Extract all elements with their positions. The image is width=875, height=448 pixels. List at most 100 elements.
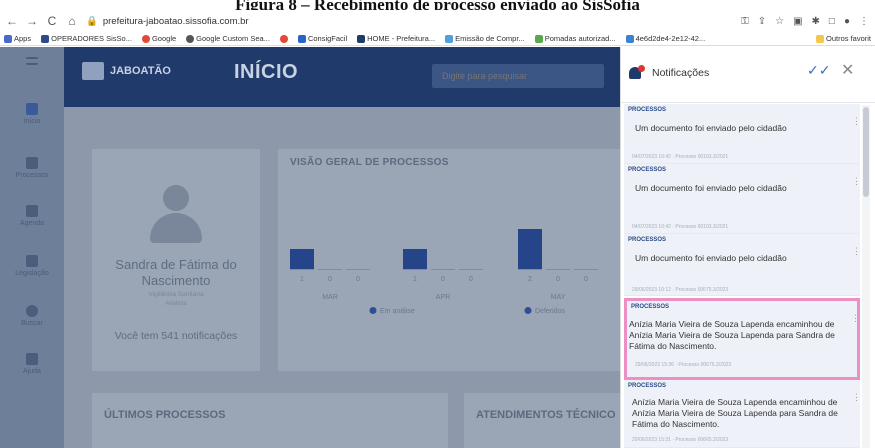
notification-text: Um documento foi enviado pelo cidadão (635, 253, 787, 263)
kebab-menu-icon[interactable]: ⋮ (852, 392, 861, 403)
avatar (148, 185, 204, 245)
kebab-menu-icon[interactable]: ⋮ (851, 313, 860, 324)
chart-value-label: 0 (441, 276, 445, 283)
chart-value-label: 0 (584, 276, 588, 283)
jaboatao-logo[interactable]: JABOATÃO (82, 62, 171, 80)
notifications-scrollbar[interactable] (862, 105, 870, 448)
folder-icon (26, 157, 38, 169)
legend-dot (369, 307, 377, 314)
forward-icon[interactable]: → (26, 14, 38, 28)
kebab-menu-icon[interactable]: ⋮ (852, 176, 861, 187)
book-icon (26, 255, 38, 267)
bookmarks-bar: Apps OPERADORES SisSo... Google Google C… (0, 32, 875, 46)
extension-icon[interactable]: ▣ (793, 16, 802, 27)
chart-bar (290, 249, 314, 269)
notification-item[interactable]: PROCESSOS Um documento foi enviado pelo … (624, 164, 861, 234)
star-icon[interactable]: ☆ (775, 16, 784, 27)
sidebar: Início Processos Agenda Legislação Busca… (0, 47, 64, 448)
notification-meta: 04/07/2023 10:42 · Processo 00103.3/2021 (632, 154, 729, 160)
chart-value-label: 1 (413, 276, 417, 283)
notification-category: PROCESSOS (628, 167, 667, 173)
window-icon[interactable]: □ (829, 16, 835, 27)
notification-category: PROCESSOS (628, 383, 667, 389)
notification-category: PROCESSOS (628, 107, 667, 113)
address-bar[interactable]: 🔒 prefeitura-jaboatao.sissofia.com.br (86, 16, 249, 27)
google-icon (279, 34, 288, 43)
google-icon (141, 34, 150, 43)
sidebar-item-buscar[interactable]: Buscar (0, 305, 64, 327)
notification-item[interactable]: PROCESSOS Um documento foi enviado pelo … (624, 234, 861, 296)
app-window: Início Processos Agenda Legislação Busca… (0, 47, 875, 448)
apps-grid-icon (4, 34, 12, 43)
bookmark-other-favorites[interactable]: Outros favorit (815, 34, 871, 43)
sidebar-menu-toggle[interactable] (0, 57, 64, 68)
process-overview-chart: 1 0 0 MAR 1 0 0 APR 2 0 0 MAY Em análise Deferidos (290, 229, 598, 315)
back-icon[interactable]: ← (6, 14, 18, 28)
avatar-body (150, 213, 202, 243)
process-overview-card: VISÃO GERAL DE PROCESSOS 1 0 0 MAR 1 0 0 APR 2 0 0… (278, 149, 620, 371)
bookmark-item[interactable]: HOME - Prefeitura... (357, 34, 435, 43)
dashboard-icon (26, 103, 38, 115)
scrollbar-thumb[interactable] (863, 107, 869, 197)
profile-icon[interactable]: ● (844, 16, 850, 27)
browser-toolbar: ← → C ⌂ 🔒 prefeitura-jaboatao.sissofia.c… (0, 10, 875, 32)
mark-all-read-icon[interactable]: ✓✓ (807, 62, 830, 79)
profile-card: Sandra de Fátima do Nascimento Vigilânci… (92, 149, 260, 371)
bookmark-item[interactable]: Google Custom Sea... (186, 34, 270, 43)
chart-category-label: MAY (551, 294, 566, 301)
latest-processes-card: ÚLTIMOS PROCESSOS (92, 393, 448, 448)
kebab-menu-icon[interactable]: ⋮ (852, 246, 861, 257)
close-icon[interactable]: ✕ (841, 60, 854, 80)
puzzle-icon[interactable]: ✱ (812, 16, 820, 27)
sidebar-item-processos[interactable]: Processos (0, 157, 64, 179)
notification-text: Anízia Maria Vieira de Souza Lapenda enc… (629, 319, 835, 351)
calendar-icon (26, 205, 38, 217)
overview-title: VISÃO GERAL DE PROCESSOS (290, 157, 449, 168)
notification-text: Um documento foi enviado pelo cidadão (635, 183, 787, 193)
sidebar-item-legislacao[interactable]: Legislação (0, 255, 64, 277)
notifications-header: Notificações ✓✓ ✕ (621, 47, 875, 103)
notifications-panel: Notificações ✓✓ ✕ PROCESSOS Um documento… (620, 47, 875, 448)
key-icon[interactable]: ⚿ (741, 16, 749, 27)
latest-processes-title: ÚLTIMOS PROCESSOS (104, 409, 226, 421)
chart-bar (518, 229, 542, 269)
sidebar-item-inicio[interactable]: Início (0, 103, 64, 125)
notification-item-highlighted[interactable]: PROCESSOS Anízia Maria Vieira de Souza L… (624, 298, 860, 380)
bookmark-item[interactable]: Google (141, 34, 176, 43)
notification-meta: 29/06/2023 15:36 · Processo 00675.3/2023 (635, 362, 732, 368)
bookmark-item[interactable] (279, 34, 288, 43)
reload-icon[interactable]: C (46, 14, 58, 28)
bookmark-item[interactable]: 4e6d2de4-2e12-42... (625, 34, 705, 43)
bookmark-apps[interactable]: Apps (4, 34, 31, 43)
notification-item[interactable]: PROCESSOS Um documento foi enviado pelo … (624, 104, 861, 164)
technical-service-card: ATENDIMENTOS TÉCNICO (464, 393, 620, 448)
chart-bar (403, 249, 427, 269)
bookmark-item[interactable]: ConsigFacil (297, 34, 347, 43)
notification-item[interactable]: PROCESSOS Anízia Maria Vieira de Souza L… (624, 380, 861, 448)
profile-notification-count[interactable]: Você tem 541 notificações (92, 329, 260, 343)
bookmark-item[interactable]: Pomadas autorizad... (534, 34, 616, 43)
search-input[interactable] (432, 64, 604, 88)
chart-value-label: 0 (469, 276, 473, 283)
notification-meta: 29/06/2023 10:12 · Processo 00675.3/2023 (632, 287, 729, 293)
share-icon[interactable]: ⇪ (758, 16, 766, 27)
bookmark-item[interactable]: OPERADORES SisSo... (41, 34, 132, 43)
chart-value-label: 0 (328, 276, 332, 283)
bell-icon (627, 65, 645, 81)
help-icon (26, 353, 38, 365)
bookmark-item[interactable]: Emissão de Compr... (445, 34, 525, 43)
hamburger-icon (26, 57, 38, 65)
home-icon[interactable]: ⌂ (66, 14, 78, 28)
menu-icon[interactable]: ⋮ (859, 16, 869, 27)
main-content: Sandra de Fátima do Nascimento Vigilânci… (64, 107, 620, 448)
top-bar: JABOATÃO INÍCIO (64, 47, 620, 107)
kebab-menu-icon[interactable]: ⋮ (852, 116, 861, 127)
sidebar-item-ajuda[interactable]: Ajuda (0, 353, 64, 375)
sidebar-item-agenda[interactable]: Agenda (0, 205, 64, 227)
search-icon (26, 305, 38, 317)
chart-value-label: 1 (300, 276, 304, 283)
notification-meta: 04/07/2023 10:42 · Processo 00103.3/2021 (632, 224, 729, 230)
profile-subtitle: Analista (165, 301, 187, 307)
notification-text: Um documento foi enviado pelo cidadão (635, 123, 787, 133)
jg-icon (357, 34, 366, 43)
